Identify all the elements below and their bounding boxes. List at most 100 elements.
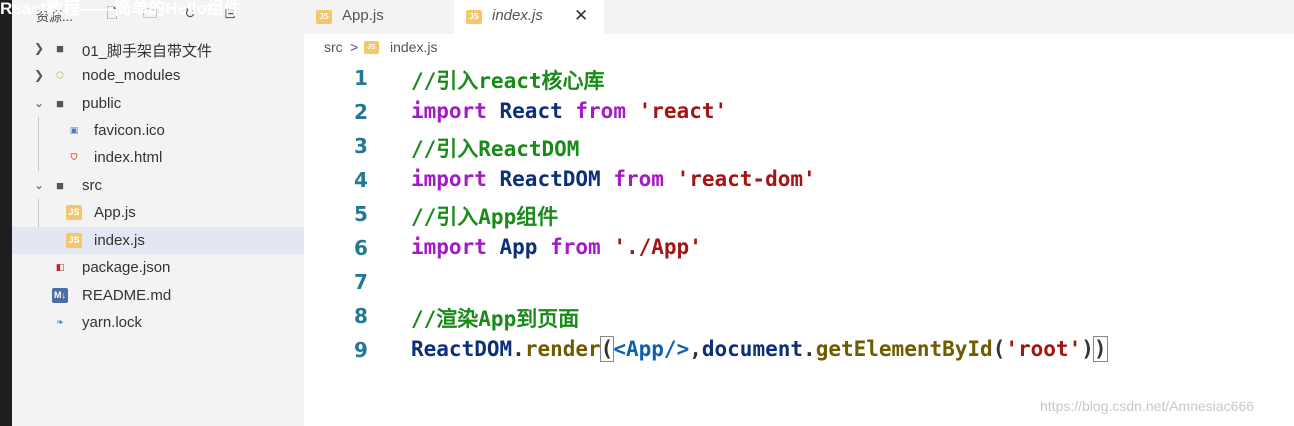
code-line: 5 //引入App组件 <box>304 198 1294 232</box>
punctuation: ( <box>992 337 1006 361</box>
tree-item-label: node_modules <box>82 67 181 84</box>
comment: //引入ReactDOM <box>411 137 580 161</box>
tree-item-label: 01_脚手架自带文件 <box>82 43 213 60</box>
line-number: 2 <box>354 100 368 124</box>
image-file-icon: ▣ <box>69 125 79 135</box>
keyword: import <box>411 235 487 259</box>
video-title-overlay: React教程——简单的Hello组件 <box>0 0 241 18</box>
code-editor[interactable]: 1 //引入react核心库 2 import React from 'reac… <box>304 62 1294 426</box>
js-file-icon: JS <box>66 205 82 220</box>
chevron-down-icon: ⌄ <box>34 178 45 192</box>
tree-item-src[interactable]: ⌄ ■ src <box>12 172 304 199</box>
tree-item-app-js[interactable]: JS App.js <box>12 199 304 226</box>
keyword: import <box>411 99 487 123</box>
breadcrumb-file[interactable]: index.js <box>390 39 437 55</box>
keyword: from <box>613 167 664 191</box>
tree-item-label: yarn.lock <box>82 314 143 331</box>
tree-item-package-json[interactable]: ◧ package.json <box>12 254 304 281</box>
identifier: document <box>701 337 804 361</box>
bracket-match: ) <box>1092 336 1108 362</box>
tree-item-label: src <box>82 177 102 194</box>
chevron-down-icon: ⌄ <box>34 96 45 110</box>
code-text: import ReactDOM from 'react-dom' <box>411 167 816 191</box>
js-file-icon: JS <box>466 10 482 24</box>
string: './App' <box>613 235 702 259</box>
activity-bar <box>0 0 12 426</box>
comment: //引入App组件 <box>411 205 559 229</box>
bracket-match: ( <box>599 336 615 362</box>
string: 'react' <box>638 99 728 123</box>
tree-item-favicon[interactable]: ▣ favicon.ico <box>12 117 304 144</box>
tree-item-label: index.html <box>94 149 163 166</box>
js-file-icon: JS <box>364 41 379 54</box>
method-name: getElementById <box>815 337 993 361</box>
code-line: 9 ReactDOM.render(<App/>,document.getEle… <box>304 334 1294 368</box>
close-icon[interactable]: ✕ <box>574 6 588 26</box>
punctuation: ) <box>1081 337 1094 361</box>
identifier: React <box>499 99 563 123</box>
explorer-sidebar: 资源... 🗋 🗀 ↻ ⊟ ❯ ■ 01_脚手架自带文件 ❯ ⬡ node_mo… <box>12 0 304 426</box>
js-file-icon: JS <box>66 233 82 248</box>
yarn-file-icon: ❧ <box>56 317 64 327</box>
markdown-file-icon: M↓ <box>52 288 68 303</box>
folder-open-icon: ■ <box>56 96 64 111</box>
tab-index-js[interactable]: JS index.js ✕ <box>454 0 604 34</box>
watermark: https://blog.csdn.net/Amnesiac666 <box>1040 398 1255 414</box>
identifier: ReactDOM <box>411 337 513 361</box>
tree-item-label: package.json <box>82 259 171 276</box>
tab-app-js[interactable]: JS App.js <box>304 0 454 34</box>
punctuation: , <box>689 337 702 361</box>
line-number: 5 <box>354 202 368 226</box>
line-number: 4 <box>354 168 368 192</box>
tree-item-scaffold-folder[interactable]: ❯ ■ 01_脚手架自带文件 <box>12 35 304 62</box>
tree-item-index-js[interactable]: JS index.js <box>12 227 304 254</box>
line-number: 7 <box>354 270 368 294</box>
tree-item-node-modules[interactable]: ❯ ⬡ node_modules <box>12 62 304 89</box>
tree-item-label: favicon.ico <box>94 122 165 139</box>
comment: //引入react核心库 <box>411 69 605 93</box>
punctuation: . <box>512 337 525 361</box>
identifier: ReactDOM <box>499 167 601 191</box>
breadcrumb-folder[interactable]: src <box>324 39 343 55</box>
code-line: 8 //渲染App到页面 <box>304 300 1294 334</box>
tree-item-label: App.js <box>94 204 136 221</box>
line-number: 8 <box>354 304 368 328</box>
tab-label: App.js <box>342 7 384 24</box>
tree-item-public[interactable]: ⌄ ■ public <box>12 90 304 117</box>
code-line: 1 //引入react核心库 <box>304 62 1294 96</box>
js-file-icon: JS <box>316 10 332 24</box>
tree-item-label: README.md <box>82 287 172 304</box>
chevron-right-icon: ❯ <box>34 41 45 55</box>
line-number: 3 <box>354 134 368 158</box>
tree-item-yarn-lock[interactable]: ❧ yarn.lock <box>12 309 304 336</box>
identifier: App <box>499 235 538 259</box>
line-number: 1 <box>354 66 368 90</box>
code-text: ReactDOM.render(<App/>,document.getEleme… <box>411 336 1108 362</box>
folder-icon: ■ <box>56 41 64 56</box>
tree-item-index-html[interactable]: ⛉ index.html <box>12 144 304 171</box>
punctuation: . <box>803 337 816 361</box>
keyword: import <box>411 167 487 191</box>
chevron-right-icon: ❯ <box>34 68 45 82</box>
code-line: 2 import React from 'react' <box>304 96 1294 130</box>
tree-item-label: index.js <box>94 232 145 249</box>
string: 'react-dom' <box>676 167 816 191</box>
jsx-tag-name: App <box>625 337 664 361</box>
nodejs-folder-icon: ⬡ <box>56 70 64 80</box>
html-file-icon: ⛉ <box>70 152 78 162</box>
keyword: from <box>575 99 626 123</box>
method-name: render <box>524 337 601 361</box>
npm-file-icon: ◧ <box>55 262 65 272</box>
folder-open-icon: ■ <box>56 178 64 193</box>
tree-item-readme[interactable]: M↓ README.md <box>12 282 304 309</box>
jsx-tag: < <box>613 337 626 361</box>
string: 'root' <box>1005 337 1082 361</box>
breadcrumb-separator: > <box>350 39 359 55</box>
comment: //渲染App到页面 <box>411 307 580 331</box>
keyword: from <box>550 235 601 259</box>
editor-tab-bar: JS App.js JS index.js ✕ <box>304 0 1294 34</box>
line-number: 9 <box>354 338 368 362</box>
code-line: 3 //引入ReactDOM <box>304 130 1294 164</box>
tab-label: index.js <box>492 7 543 24</box>
code-line: 7 <box>304 266 1294 300</box>
